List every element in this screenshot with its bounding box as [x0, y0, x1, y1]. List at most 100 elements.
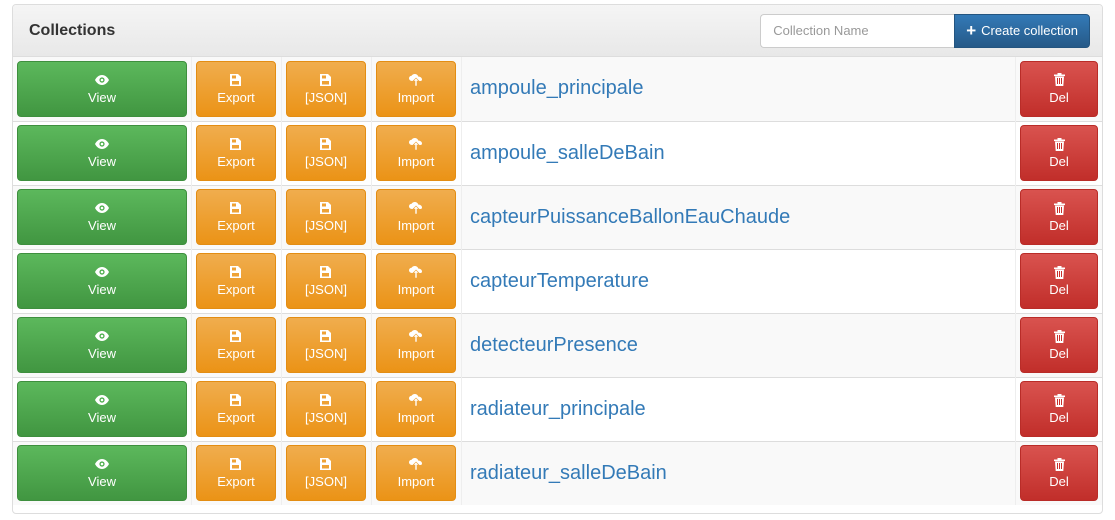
save-file-icon	[320, 265, 332, 279]
import-label: Import	[397, 410, 435, 425]
export-label: Export	[217, 218, 255, 233]
json-cell: [JSON]	[281, 184, 372, 249]
trash-icon	[1053, 329, 1065, 343]
json-export-button[interactable]: [JSON]	[286, 317, 366, 373]
delete-button[interactable]: Del	[1020, 381, 1098, 437]
import-cell: Import	[371, 120, 462, 185]
eye-icon	[95, 201, 109, 215]
save-file-icon	[230, 457, 242, 471]
delete-cell: Del	[1015, 440, 1102, 505]
json-label: [JSON]	[305, 410, 347, 425]
json-cell: [JSON]	[281, 312, 372, 377]
json-export-button[interactable]: [JSON]	[286, 125, 366, 181]
export-cell: Export	[191, 376, 282, 441]
delete-label: Del	[1049, 282, 1069, 297]
collection-link[interactable]: radiateur_salleDeBain	[470, 462, 667, 484]
json-export-button[interactable]: [JSON]	[286, 253, 366, 309]
export-button[interactable]: Export	[196, 189, 276, 245]
view-label: View	[88, 410, 116, 425]
export-label: Export	[217, 346, 255, 361]
delete-label: Del	[1049, 474, 1069, 490]
json-export-button[interactable]: [JSON]	[286, 381, 366, 437]
export-button[interactable]: Export	[196, 60, 276, 117]
collection-link[interactable]: capteurPuissanceBallonEauChaude	[470, 206, 790, 228]
json-cell: [JSON]	[281, 248, 372, 313]
view-button[interactable]: View	[17, 125, 187, 181]
import-label: Import	[397, 218, 435, 233]
save-file-icon	[230, 137, 242, 151]
delete-label: Del	[1049, 154, 1069, 169]
upload-icon	[409, 265, 423, 279]
import-button[interactable]: Import	[376, 317, 456, 373]
save-file-icon	[230, 265, 242, 279]
upload-icon	[409, 329, 423, 343]
eye-icon	[95, 393, 109, 407]
import-cell: Import	[371, 376, 462, 441]
create-collection-button[interactable]: + Create collection	[954, 13, 1090, 48]
view-button[interactable]: View	[17, 60, 187, 117]
export-label: Export	[217, 474, 255, 490]
export-button[interactable]: Export	[196, 445, 276, 502]
create-collection-form: + Create collection	[760, 13, 1090, 48]
delete-button[interactable]: Del	[1020, 253, 1098, 309]
delete-button[interactable]: Del	[1020, 60, 1098, 117]
view-cell: View	[13, 184, 192, 249]
table-row: View Export [JSON]	[13, 120, 1102, 185]
view-cell: View	[13, 312, 192, 377]
json-cell: [JSON]	[281, 376, 372, 441]
save-file-icon	[320, 393, 332, 407]
import-label: Import	[397, 89, 435, 105]
save-file-icon	[230, 393, 242, 407]
json-export-button[interactable]: [JSON]	[286, 189, 366, 245]
collection-link[interactable]: ampoule_principale	[470, 77, 643, 99]
import-cell: Import	[371, 184, 462, 249]
json-label: [JSON]	[305, 154, 347, 169]
table-row: View Export [JSON]	[13, 440, 1102, 505]
view-cell: View	[13, 248, 192, 313]
delete-button[interactable]: Del	[1020, 445, 1098, 502]
delete-button[interactable]: Del	[1020, 125, 1098, 181]
import-button[interactable]: Import	[376, 381, 456, 437]
delete-button[interactable]: Del	[1020, 317, 1098, 373]
view-button[interactable]: View	[17, 189, 187, 245]
trash-icon	[1053, 457, 1065, 471]
collection-name-cell: radiateur_salleDeBain	[461, 440, 1016, 505]
trash-icon	[1053, 265, 1065, 279]
import-button[interactable]: Import	[376, 60, 456, 117]
import-button[interactable]: Import	[376, 445, 456, 502]
json-export-button[interactable]: [JSON]	[286, 60, 366, 117]
table-row: View Export [JSON]	[13, 376, 1102, 441]
delete-cell: Del	[1015, 376, 1102, 441]
export-button[interactable]: Export	[196, 381, 276, 437]
view-button[interactable]: View	[17, 317, 187, 373]
export-button[interactable]: Export	[196, 317, 276, 373]
collection-name-cell: detecteurPresence	[461, 312, 1016, 377]
export-cell: Export	[191, 312, 282, 377]
delete-cell: Del	[1015, 184, 1102, 249]
json-label: [JSON]	[305, 346, 347, 361]
collection-name-cell: radiateur_principale	[461, 376, 1016, 441]
import-cell: Import	[371, 57, 462, 121]
view-button[interactable]: View	[17, 253, 187, 309]
delete-button[interactable]: Del	[1020, 189, 1098, 245]
import-cell: Import	[371, 312, 462, 377]
view-button[interactable]: View	[17, 381, 187, 437]
collection-name-cell: capteurPuissanceBallonEauChaude	[461, 184, 1016, 249]
collection-link[interactable]: radiateur_principale	[470, 398, 646, 420]
view-button[interactable]: View	[17, 445, 187, 502]
json-export-button[interactable]: [JSON]	[286, 445, 366, 502]
export-button[interactable]: Export	[196, 125, 276, 181]
collection-link[interactable]: capteurTemperature	[470, 270, 649, 292]
import-label: Import	[397, 282, 435, 297]
import-button[interactable]: Import	[376, 253, 456, 309]
collection-link[interactable]: detecteurPresence	[470, 334, 638, 356]
export-button[interactable]: Export	[196, 253, 276, 309]
json-cell: [JSON]	[281, 57, 372, 121]
upload-icon	[409, 73, 423, 87]
collection-link[interactable]: ampoule_salleDeBain	[470, 142, 665, 164]
view-label: View	[88, 218, 116, 233]
collection-name-input[interactable]	[760, 13, 955, 48]
save-file-icon	[320, 137, 332, 151]
import-button[interactable]: Import	[376, 125, 456, 181]
import-button[interactable]: Import	[376, 189, 456, 245]
